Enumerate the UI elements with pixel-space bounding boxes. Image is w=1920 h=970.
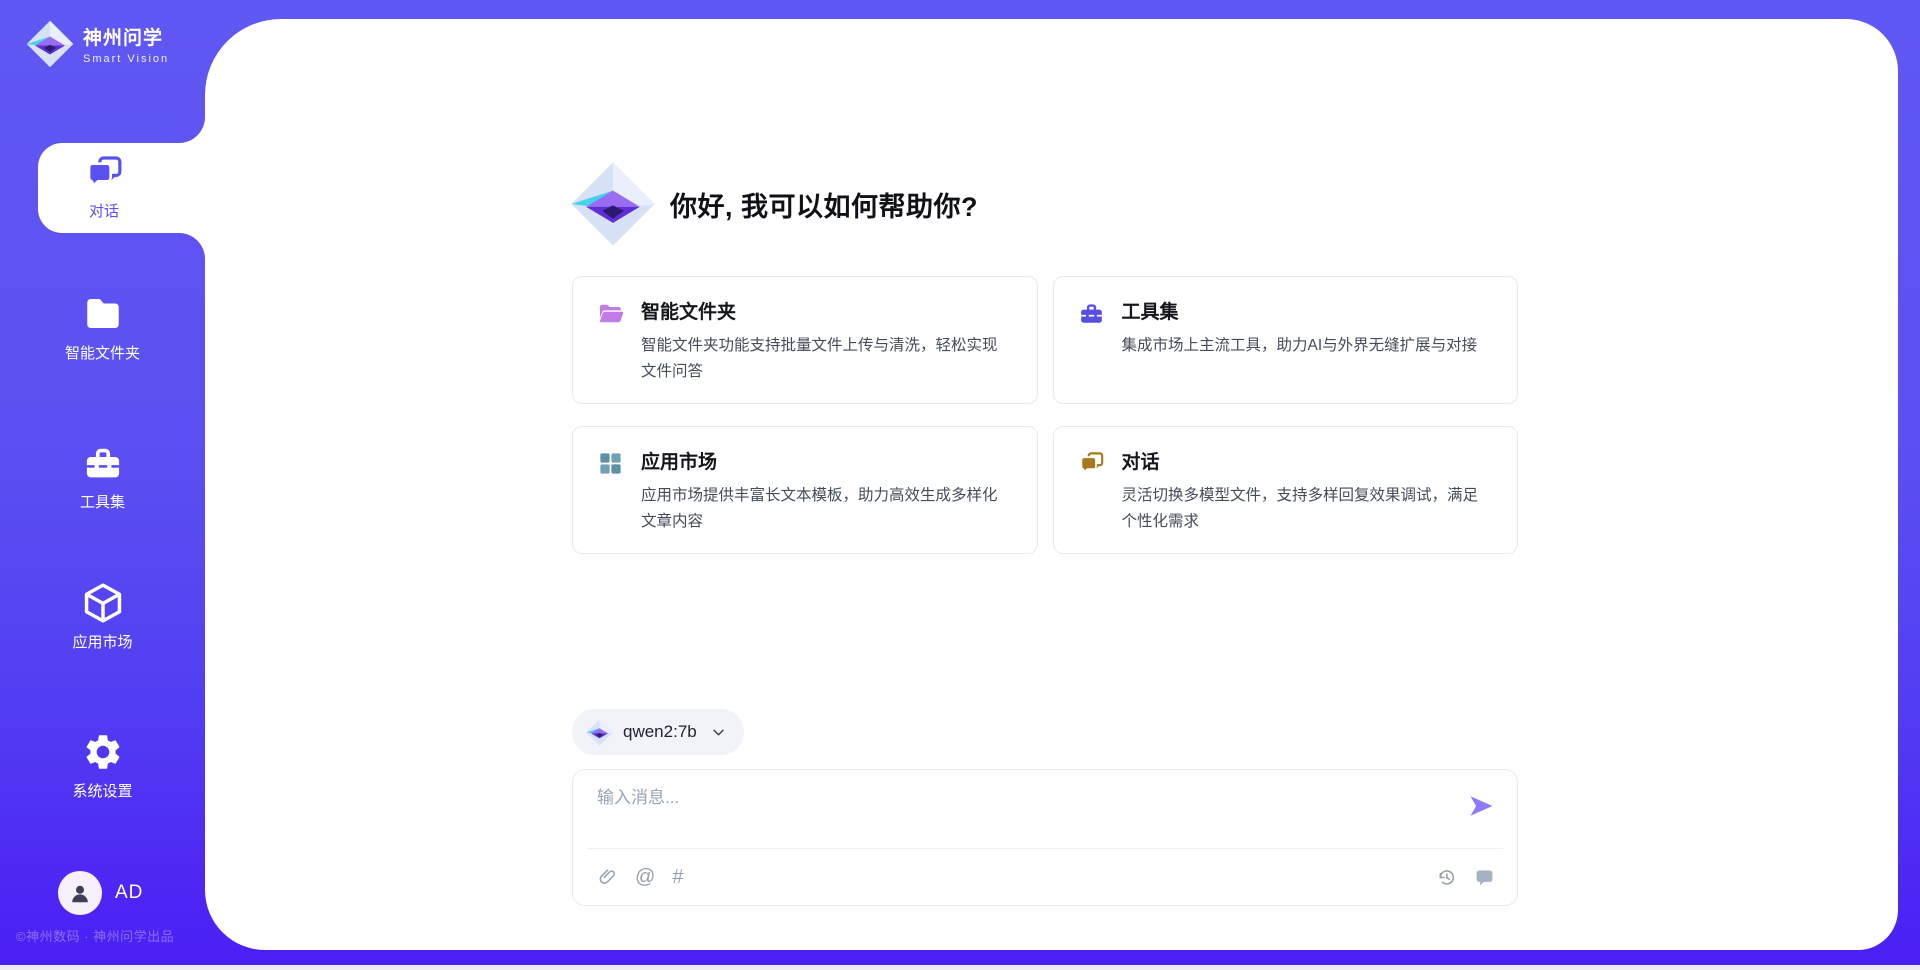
grid-icon <box>597 450 624 477</box>
card-description: 应用市场提供丰富长文本模板，助力高效生成多样化文章内容 <box>641 483 1013 535</box>
greeting: 你好, 我可以如何帮助你? <box>570 161 978 247</box>
card-title: 智能文件夹 <box>641 297 1013 324</box>
card-chat[interactable]: 对话 灵活切换多模型文件，支持多样回复效果调试，满足个性化需求 <box>1053 426 1519 554</box>
user-profile[interactable]: AD <box>58 871 143 915</box>
chevron-down-icon <box>711 725 726 740</box>
sidebar-item-label: 智能文件夹 <box>0 342 205 363</box>
history-button[interactable] <box>1436 867 1457 888</box>
tab-fillet-bottom <box>179 233 205 259</box>
sidebar-item-app-market[interactable]: 应用市场 <box>0 580 205 652</box>
card-app-market[interactable]: 应用市场 应用市场提供丰富长文本模板，助力高效生成多样化文章内容 <box>572 426 1038 554</box>
card-smart-folder[interactable]: 智能文件夹 智能文件夹功能支持批量文件上传与清洗，轻松实现文件问答 <box>572 276 1038 404</box>
chat-icon <box>84 153 124 193</box>
person-icon <box>67 880 93 906</box>
app-window: 神州问学 Smart Vision 对话 智能文件夹 工具集 应用市场 系统设置 <box>0 0 1920 970</box>
feedback-button[interactable] <box>1474 867 1495 888</box>
toolbox-icon <box>1078 300 1105 327</box>
sidebar: 神州问学 Smart Vision 对话 智能文件夹 工具集 应用市场 系统设置 <box>0 0 205 970</box>
gear-icon <box>82 731 124 773</box>
horizontal-scrollbar[interactable] <box>0 965 1920 970</box>
app-tagline: Smart Vision <box>83 53 169 65</box>
folder-open-icon <box>597 300 624 327</box>
card-description: 灵活切换多模型文件，支持多样回复效果调试，满足个性化需求 <box>1122 483 1494 535</box>
card-title: 工具集 <box>1122 297 1478 324</box>
avatar <box>58 871 102 915</box>
sidebar-item-chat[interactable]: 对话 <box>38 143 210 233</box>
user-initials: AD <box>115 882 143 904</box>
greeting-diamond-icon <box>570 161 656 247</box>
footer-copyright: ©神州数码 · 神州问学出品 <box>16 926 174 945</box>
attach-file-button[interactable] <box>597 867 618 888</box>
card-description: 智能文件夹功能支持批量文件上传与清洗，轻松实现文件问答 <box>641 333 1013 385</box>
sidebar-item-label: 工具集 <box>0 491 205 512</box>
card-description: 集成市场上主流工具，助力AI与外界无缝扩展与对接 <box>1122 333 1478 359</box>
hash-button[interactable]: # <box>672 867 683 887</box>
sidebar-item-settings[interactable]: 系统设置 <box>0 729 205 801</box>
composer: @ # <box>572 769 1518 906</box>
model-selector[interactable]: qwen2:7b <box>572 709 744 755</box>
composer-toolbar: @ # <box>597 849 1495 905</box>
sidebar-item-toolset[interactable]: 工具集 <box>0 440 205 512</box>
brand-diamond-icon <box>26 20 74 68</box>
sidebar-item-label: 对话 <box>38 200 170 221</box>
sidebar-item-label: 系统设置 <box>0 780 205 801</box>
folder-icon <box>82 293 124 335</box>
chat-bubble-icon <box>1474 867 1495 888</box>
app-title: 神州问学 <box>83 23 169 50</box>
app-logo: 神州问学 Smart Vision <box>26 20 169 68</box>
cube-icon <box>82 582 124 624</box>
main-panel: 你好, 我可以如何帮助你? 智能文件夹 智能文件夹功能支持批量文件上传与清洗，轻… <box>205 19 1898 950</box>
sidebar-item-label: 应用市场 <box>0 631 205 652</box>
feature-cards: 智能文件夹 智能文件夹功能支持批量文件上传与清洗，轻松实现文件问答 工具集 集成… <box>572 276 1518 554</box>
toolbox-icon <box>82 442 124 484</box>
mention-button[interactable]: @ <box>635 867 655 887</box>
history-icon <box>1436 867 1457 888</box>
model-diamond-icon <box>586 719 613 746</box>
chat-icon <box>1078 450 1105 477</box>
card-title: 对话 <box>1122 447 1494 474</box>
greeting-title: 你好, 我可以如何帮助你? <box>670 185 978 224</box>
card-toolset[interactable]: 工具集 集成市场上主流工具，助力AI与外界无缝扩展与对接 <box>1053 276 1519 404</box>
send-button[interactable] <box>1467 792 1495 820</box>
tab-fillet-top <box>179 117 205 143</box>
sidebar-item-smart-folder[interactable]: 智能文件夹 <box>0 291 205 363</box>
card-title: 应用市场 <box>641 447 1013 474</box>
model-name: qwen2:7b <box>623 722 697 742</box>
message-input[interactable] <box>597 783 1437 839</box>
send-icon <box>1467 792 1495 820</box>
paperclip-icon <box>597 867 618 888</box>
